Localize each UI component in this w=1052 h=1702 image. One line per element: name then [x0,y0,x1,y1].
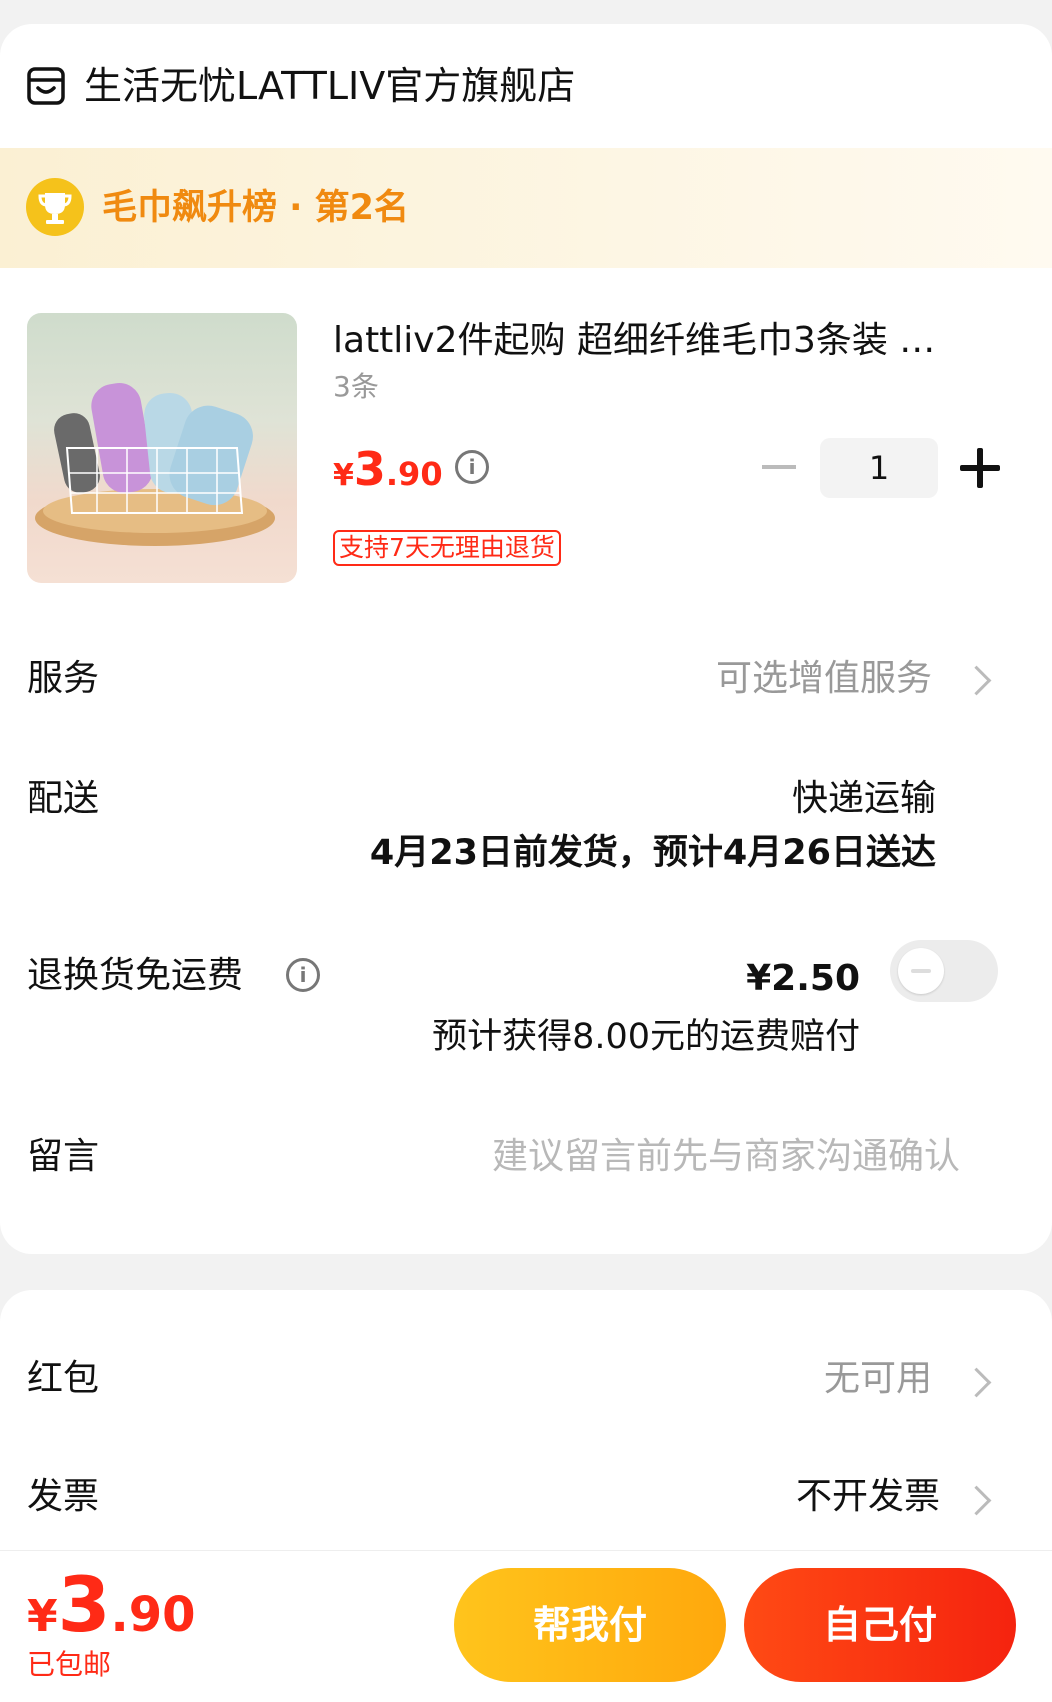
return-shipping-info-icon[interactable]: i [286,958,320,992]
total-decimal: .90 [110,1587,196,1643]
quantity-decrease-button[interactable] [762,465,796,469]
quantity-input[interactable]: 1 [820,438,938,498]
store-name[interactable]: 生活无忧LATTLIV官方旗舰店 [84,62,575,110]
return-policy-tag: 支持7天无理由退货 [333,530,561,566]
trophy-icon [26,178,84,236]
quantity-increase-button[interactable] [960,448,1000,488]
price-integer: 3 [353,442,386,496]
store-icon [27,67,65,105]
price-currency: ¥ [333,458,354,493]
service-value[interactable]: 可选增值服务 [716,656,932,702]
return-shipping-price: ¥2.50 [746,958,860,999]
total-integer: 3 [57,1560,111,1649]
product-title[interactable]: lattliv2件起购 超细纤维毛巾3条装 … [333,318,983,364]
delivery-label: 配送 [27,778,100,819]
invoice-label: 发票 [27,1476,100,1517]
pay-for-me-button[interactable]: 帮我付 [454,1568,726,1682]
return-shipping-label: 退换货免运费 [27,955,244,996]
delivery-method[interactable]: 快递运输 [792,776,936,822]
toggle-knob [898,948,944,994]
price-info-icon[interactable]: i [455,450,489,484]
pay-self-button[interactable]: 自己付 [744,1568,1016,1682]
product-image[interactable] [27,313,297,583]
product-price: ¥3.90 [333,442,443,496]
free-shipping-note: 已包邮 [27,1648,112,1681]
delivery-schedule: 4月23日前发货，预计4月26日送达 [369,833,936,873]
message-input[interactable]: 建议留言前先与商家沟通确认 [492,1134,960,1180]
invoice-value[interactable]: 不开发票 [796,1474,940,1520]
total-currency: ¥ [27,1591,58,1642]
service-label: 服务 [27,658,100,699]
message-label: 留言 [27,1136,100,1177]
return-shipping-toggle[interactable] [890,940,998,1002]
ranking-text: 毛巾飙升榜 · 第2名 [102,188,410,228]
product-spec[interactable]: 3条 [333,370,379,404]
price-decimal: .90 [385,455,443,493]
return-shipping-compensation: 预计获得8.00元的运费赔付 [432,1017,860,1057]
red-packet-label: 红包 [27,1358,100,1399]
total-price: ¥3.90 [27,1560,196,1649]
red-packet-value[interactable]: 无可用 [824,1356,932,1402]
